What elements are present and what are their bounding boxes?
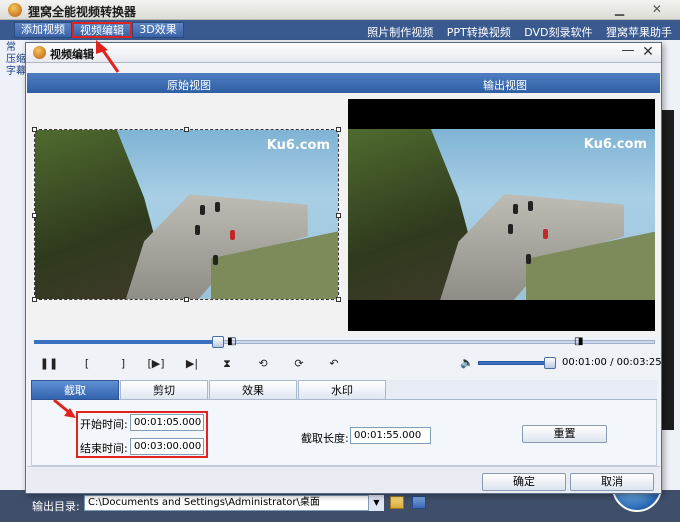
output-dir-label: 输出目录: — [32, 500, 80, 513]
dialog-title: 视频编辑 — [50, 48, 94, 61]
view-header: 原始视图 输出视图 — [27, 73, 660, 93]
crop-handle[interactable] — [32, 297, 37, 302]
crop-handle[interactable] — [336, 127, 341, 132]
app-logo-icon — [8, 3, 22, 17]
app-window: 狸窝全能视频转换器 ▁ ✕ 添加视频 视频编辑 3D效果 照片制作视频 PPT转… — [0, 0, 680, 522]
seek-progress — [34, 340, 220, 344]
crop-handle[interactable] — [184, 127, 189, 132]
video-edit-dialog: 视频编辑 — ✕ 原始视图 输出视图 Ku6.com Ku6.com ◧ ◨ ❚… — [25, 42, 662, 494]
video-frame: Ku6.com — [35, 130, 338, 299]
time-readout: 00:01:00 / 00:03:25 — [562, 357, 662, 368]
top-link-apple-helper[interactable]: 狸窝苹果助手 — [606, 26, 672, 39]
mark-end-icon[interactable]: ] — [112, 355, 134, 373]
original-view-label: 原始视图 — [167, 79, 211, 92]
ok-button[interactable]: 确定 — [482, 473, 566, 491]
time-total: 00:03:25 — [616, 357, 662, 368]
crop-handle[interactable] — [32, 127, 37, 132]
minimize-icon[interactable]: — — [620, 44, 636, 60]
close-icon[interactable]: ✕ — [640, 44, 656, 60]
time-current: 00:01:00 — [562, 357, 607, 368]
volume-icon[interactable]: 🔈 — [460, 356, 474, 370]
chevron-down-icon[interactable]: ▼ — [368, 495, 384, 511]
output-video-preview: Ku6.com — [348, 99, 655, 331]
undo-icon[interactable]: ↶ — [323, 355, 345, 373]
output-dir-input[interactable]: C:\Documents and Settings\Administrator\… — [84, 495, 384, 511]
output-view-label: 输出视图 — [483, 79, 527, 92]
top-link-dvd-burn[interactable]: DVD刻录软件 — [524, 26, 592, 39]
3d-effect-button[interactable]: 3D效果 — [132, 22, 184, 38]
volume-thumb[interactable] — [544, 357, 556, 369]
video-frame: Ku6.com — [348, 129, 655, 300]
dialog-logo-icon — [33, 46, 46, 59]
trim-length-input[interactable]: 00:01:55.000 — [350, 427, 431, 444]
add-video-button[interactable]: 添加视频 — [14, 22, 72, 38]
annotation-highlight — [76, 411, 208, 458]
top-link-ppt-video[interactable]: PPT转换视频 — [447, 26, 511, 39]
tab-effects[interactable]: 效果 — [209, 380, 297, 400]
video-edit-button[interactable]: 视频编辑 — [72, 22, 132, 38]
mark-start-icon[interactable]: [ — [76, 355, 98, 373]
start-marker-icon[interactable]: ◧ — [227, 336, 236, 348]
watermark-logo: Ku6.com — [583, 137, 647, 152]
tab-trim[interactable]: 截取 — [31, 380, 119, 400]
app-toolbar: 添加视频 视频编辑 3D效果 照片制作视频 PPT转换视频 DVD刻录软件 狸窝… — [0, 20, 680, 40]
time-separator: / — [606, 357, 617, 368]
tab-cut[interactable]: 剪切 — [120, 380, 208, 400]
original-video-preview[interactable]: Ku6.com — [34, 129, 339, 300]
reset-button[interactable]: 重置 — [522, 425, 607, 443]
open-folder-icon[interactable] — [412, 496, 426, 509]
app-title: 狸窝全能视频转换器 — [28, 5, 137, 19]
end-marker-icon[interactable]: ◨ — [574, 336, 583, 348]
crop-handle[interactable] — [32, 213, 37, 218]
pause-icon[interactable]: ❚❚ — [38, 355, 60, 373]
cancel-button[interactable]: 取消 — [570, 473, 654, 491]
crop-handle[interactable] — [336, 297, 341, 302]
folder-icon[interactable] — [390, 496, 404, 509]
crop-handle[interactable] — [336, 213, 341, 218]
app-window-buttons[interactable]: ▁ ✕ — [615, 2, 674, 16]
watermark-logo: Ku6.com — [266, 138, 330, 153]
trim-length-label: 截取长度: — [301, 432, 349, 445]
step-forward-icon[interactable]: [▶] — [145, 355, 167, 373]
skip-forward-icon[interactable]: ▶| — [181, 355, 203, 373]
dialog-title-bar: 视频编辑 — ✕ — [26, 43, 661, 63]
seek-thumb[interactable] — [212, 336, 224, 348]
app-title-bar: 狸窝全能视频转换器 ▁ ✕ — [0, 0, 680, 20]
rotate-right-icon[interactable]: ⟳ — [288, 355, 310, 373]
rotate-left-icon[interactable]: ⟲ — [252, 355, 274, 373]
top-link-photo-video[interactable]: 照片制作视频 — [367, 26, 433, 39]
crop-handle[interactable] — [184, 297, 189, 302]
top-links: 照片制作视频 PPT转换视频 DVD刻录软件 狸窝苹果助手 — [357, 24, 672, 40]
tab-watermark[interactable]: 水印 — [298, 380, 386, 400]
split-icon[interactable]: ⧗ — [216, 355, 238, 373]
